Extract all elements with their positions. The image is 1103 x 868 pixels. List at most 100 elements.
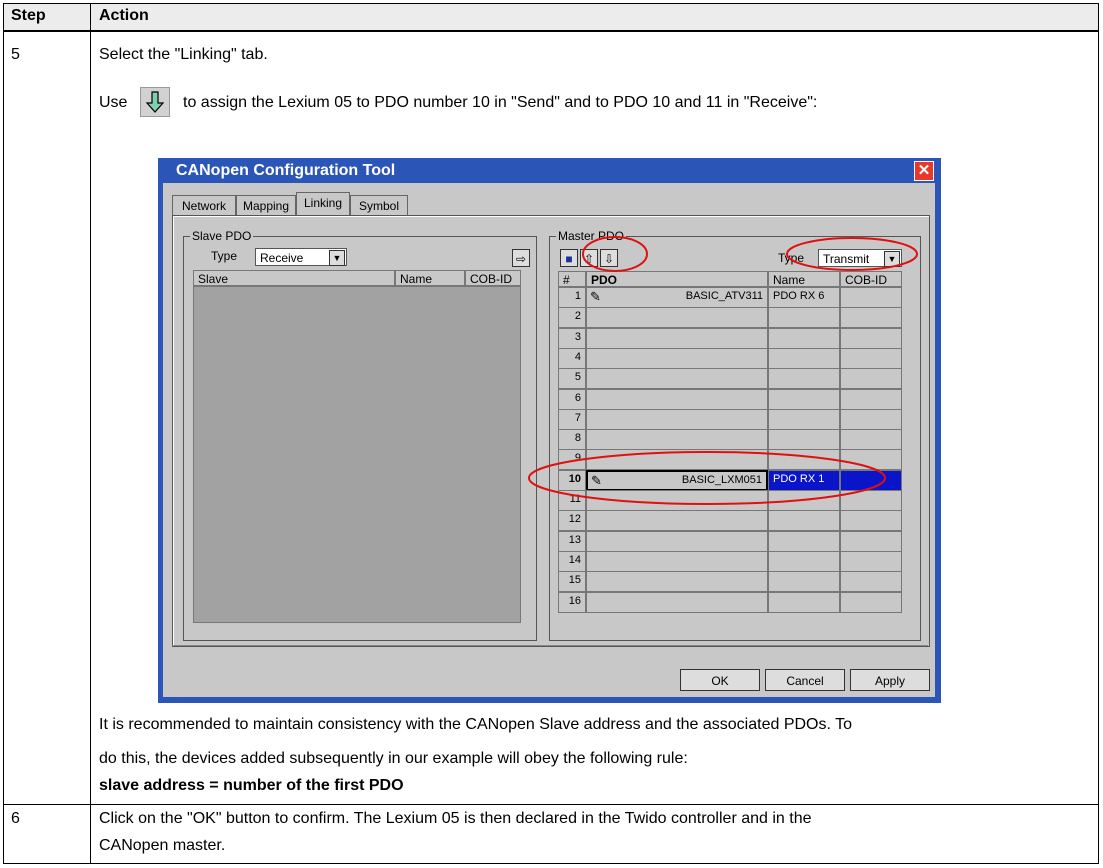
pdo-cob-cell[interactable] (840, 409, 902, 430)
pdo-cob-cell[interactable] (840, 368, 902, 389)
row-number[interactable]: 10 (558, 470, 586, 491)
pdo-cell[interactable] (586, 531, 768, 552)
row-number[interactable]: 1 (558, 287, 586, 308)
row-number[interactable]: 13 (558, 531, 586, 552)
pdo-cell[interactable] (586, 328, 768, 349)
pdo-cob-cell[interactable] (840, 348, 902, 369)
pdo-cob-cell[interactable] (840, 490, 902, 511)
pdo-cob-cell[interactable] (840, 592, 902, 613)
pdo-cob-cell[interactable] (840, 429, 902, 450)
row-number[interactable]: 6 (558, 389, 586, 410)
row-number[interactable]: 3 (558, 328, 586, 349)
row-number[interactable]: 4 (558, 348, 586, 369)
row-number[interactable]: 14 (558, 551, 586, 572)
cancel-button[interactable]: Cancel (765, 669, 845, 691)
step6-line1: Click on the "OK" button to confirm. The… (99, 810, 812, 827)
pdo-name-cell[interactable] (768, 571, 840, 592)
column-divider (90, 3, 91, 864)
pdo-cell[interactable]: ✎ BASIC_LXM051 (586, 470, 768, 491)
header-divider (3, 30, 1099, 32)
pdo-name-cell[interactable] (768, 348, 840, 369)
pdo-name-cell[interactable] (768, 592, 840, 613)
pdo-cob-cell[interactable] (840, 287, 902, 308)
row-number[interactable]: 11 (558, 490, 586, 511)
pdo-cob-cell[interactable] (840, 307, 902, 328)
pdo-name-cell[interactable] (768, 409, 840, 430)
trash-icon: ■ (565, 252, 573, 266)
row-number[interactable]: 9 (558, 449, 586, 470)
pdo-name-cell[interactable] (768, 531, 840, 552)
pdo-name-cell[interactable] (768, 510, 840, 531)
pdo-name-cell[interactable] (768, 328, 840, 349)
move-down-button[interactable]: ⇩ (600, 249, 618, 267)
row-number[interactable]: 7 (558, 409, 586, 430)
pdo-cell[interactable] (586, 307, 768, 328)
row-number[interactable]: 2 (558, 307, 586, 328)
slave-col-cob-id: COB-ID (465, 270, 521, 286)
pdo-cell[interactable] (586, 551, 768, 572)
step5-note-line1: It is recommended to maintain consistenc… (99, 716, 852, 733)
link-arrow-button[interactable]: ⇨ (512, 249, 530, 267)
pdo-cell[interactable] (586, 409, 768, 430)
pdo-name-cell[interactable]: PDO RX 6 (768, 287, 840, 308)
move-up-button[interactable]: ⇧ (580, 249, 598, 267)
pdo-cob-cell[interactable] (840, 551, 902, 572)
use-label: Use (99, 94, 128, 111)
ok-button[interactable]: OK (680, 669, 760, 691)
pdo-name-cell[interactable] (768, 429, 840, 450)
pdo-cell[interactable] (586, 429, 768, 450)
pdo-device-icon: ✎ (591, 473, 602, 488)
header-background (4, 4, 1098, 30)
pdo-name-cell[interactable] (768, 389, 840, 410)
pdo-name-cell[interactable] (768, 490, 840, 511)
step-number-5: 5 (11, 46, 20, 63)
close-button[interactable]: ✕ (914, 161, 934, 181)
slave-type-select[interactable]: Receive ▼ (255, 248, 347, 266)
pdo-cell[interactable]: ✎ BASIC_ATV311 (586, 287, 768, 308)
pdo-name-cell[interactable] (768, 449, 840, 470)
use-instruction: to assign the Lexium 05 to PDO number 10… (183, 94, 818, 111)
row-number[interactable]: 8 (558, 429, 586, 450)
pdo-cell[interactable] (586, 510, 768, 531)
pdo-cob-cell[interactable] (840, 449, 902, 470)
row-number[interactable]: 15 (558, 571, 586, 592)
row-divider (3, 804, 1099, 805)
master-col-cob-id: COB-ID (840, 271, 902, 287)
master-type-select[interactable]: Transmit ▼ (818, 249, 902, 267)
pdo-name-cell[interactable] (768, 551, 840, 572)
row-number[interactable]: 12 (558, 510, 586, 531)
delete-button[interactable]: ■ (560, 249, 578, 267)
pdo-name-cell[interactable] (768, 307, 840, 328)
pdo-name-cell[interactable] (768, 368, 840, 389)
pdo-cob-cell[interactable] (840, 531, 902, 552)
pdo-cell[interactable] (586, 389, 768, 410)
arrow-down-button[interactable] (140, 87, 170, 117)
slave-col-name: Name (395, 270, 465, 286)
arrow-up-icon: ⇧ (583, 252, 595, 266)
tab-symbol[interactable]: Symbol (350, 195, 408, 216)
master-pdo-group: Master PDO ■ ⇧ ⇩ Type Transmit ▼ # PDO N… (549, 229, 921, 641)
pdo-cob-cell[interactable] (840, 328, 902, 349)
pdo-cob-cell[interactable] (840, 470, 902, 491)
pdo-cob-cell[interactable] (840, 389, 902, 410)
master-type-value: Transmit (823, 252, 870, 266)
row-number[interactable]: 16 (558, 592, 586, 613)
row-number[interactable]: 5 (558, 368, 586, 389)
tab-linking[interactable]: Linking (296, 192, 350, 217)
pdo-cell[interactable] (586, 348, 768, 369)
pdo-cob-cell[interactable] (840, 510, 902, 531)
pdo-cob-cell[interactable] (840, 571, 902, 592)
pdo-cell[interactable] (586, 571, 768, 592)
dialog-bottom-divider (172, 645, 928, 646)
slave-list[interactable] (193, 286, 521, 623)
pdo-cell[interactable] (586, 368, 768, 389)
pdo-name-cell[interactable]: PDO RX 1 (768, 470, 840, 491)
master-col-pdo: PDO (586, 271, 768, 287)
apply-button[interactable]: Apply (850, 669, 930, 691)
pdo-cell[interactable] (586, 449, 768, 470)
pdo-cell[interactable] (586, 592, 768, 613)
arrow-down-icon (145, 91, 165, 113)
tab-mapping[interactable]: Mapping (236, 195, 296, 216)
pdo-cell[interactable] (586, 490, 768, 511)
tab-network[interactable]: Network (172, 195, 236, 216)
